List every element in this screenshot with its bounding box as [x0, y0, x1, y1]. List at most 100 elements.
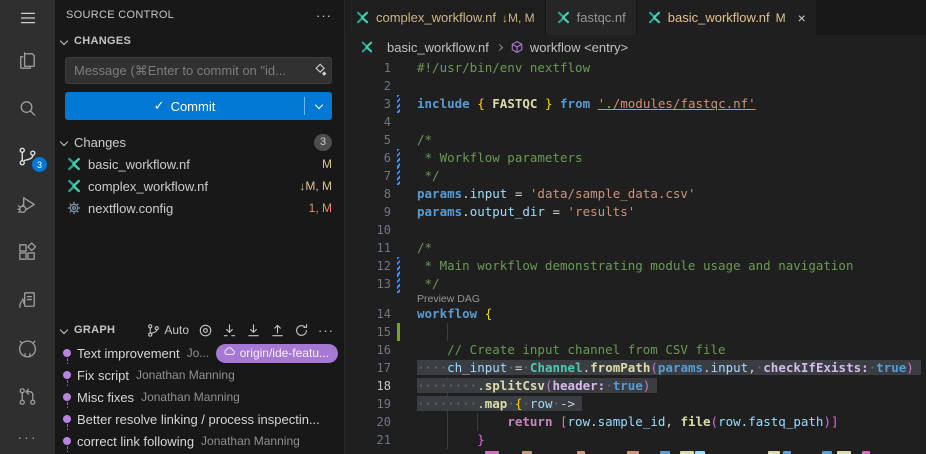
breadcrumb[interactable]: basic_workflow.nf workflow <entry>: [345, 35, 926, 59]
code-line-content[interactable]: [413, 77, 926, 95]
changes-section-header[interactable]: CHANGES: [55, 30, 344, 52]
code-line-content[interactable]: /*: [413, 131, 926, 149]
commit-message-input[interactable]: [66, 63, 309, 78]
code-line-content[interactable]: * Main workflow demonstrating module usa…: [413, 257, 926, 275]
gutter[interactable]: [397, 359, 413, 377]
git-fetch-button[interactable]: [222, 323, 237, 338]
code-line-content[interactable]: }: [413, 431, 926, 449]
code-line-content[interactable]: workflow {: [413, 305, 926, 323]
gutter[interactable]: [397, 221, 413, 239]
gutter[interactable]: [397, 131, 413, 149]
code-line-content[interactable]: params.input = 'data/sample_data.csv': [413, 185, 926, 203]
gutter[interactable]: [397, 149, 413, 167]
git-pull-button[interactable]: [246, 323, 261, 338]
gutter[interactable]: [397, 203, 413, 221]
gutter[interactable]: [397, 239, 413, 257]
tab-fastqc.nf[interactable]: fastqc.nf: [546, 0, 637, 35]
code-line-content[interactable]: ········.map·{·row·->: [413, 395, 926, 413]
codelens-label[interactable]: Preview DAG: [345, 293, 480, 305]
activity-search[interactable]: [0, 84, 55, 132]
commit-button-main[interactable]: ✓ Commit: [65, 92, 304, 120]
activity-source-control[interactable]: 3: [0, 132, 55, 180]
code-line-content[interactable]: #!/usr/bin/env nextflow: [413, 59, 926, 77]
graph-commit-list: Text improvementJo...origin/ide-featu...…: [55, 342, 344, 452]
close-icon[interactable]: ×: [798, 10, 806, 26]
gutter[interactable]: [397, 257, 413, 275]
activity-explorer[interactable]: [0, 36, 55, 84]
code-line: 5/*: [345, 131, 926, 149]
gutter[interactable]: [397, 59, 413, 77]
activity-pull-request[interactable]: [0, 372, 55, 420]
commit-author: Jo...: [187, 346, 210, 360]
code-line-content[interactable]: return [row.sample_id, file(row.fastq_pa…: [413, 413, 926, 431]
code-line: 7 */: [345, 167, 926, 185]
tab-basic_workflow.nf[interactable]: basic_workflow.nfM×: [637, 0, 817, 35]
gutter[interactable]: [397, 77, 413, 95]
line-number: 4: [345, 113, 391, 131]
gutter[interactable]: [397, 305, 413, 323]
changes-tree-header[interactable]: Changes 3: [55, 131, 344, 153]
commit-row[interactable]: correct link followingJonathan Manning: [55, 430, 344, 452]
gutter[interactable]: [397, 95, 413, 113]
code-line-content[interactable]: [413, 449, 926, 454]
codelens-preview-dag[interactable]: Preview DAG: [345, 293, 926, 305]
code-line-content[interactable]: ····ch_input·=·Channel.fromPath(params.i…: [413, 359, 926, 377]
commit-options-dropdown[interactable]: [305, 92, 332, 120]
graph-auto-toggle[interactable]: Auto: [146, 323, 189, 338]
gutter[interactable]: [397, 185, 413, 203]
code-line-content[interactable]: /*: [413, 239, 926, 257]
line-number: 3: [345, 95, 391, 113]
code-line-content[interactable]: // Create input channel from CSV file: [413, 341, 926, 359]
branch-ref-pill[interactable]: origin/ide-featu...: [216, 344, 338, 363]
gutter[interactable]: [397, 341, 413, 359]
gutter[interactable]: [397, 431, 413, 449]
refresh-button[interactable]: [294, 323, 309, 338]
git-push-button[interactable]: [270, 323, 285, 338]
code-line-content[interactable]: include { FASTQC } from './modules/fastq…: [413, 95, 926, 113]
pull-request-icon: [16, 385, 39, 408]
breadcrumb-file[interactable]: basic_workflow.nf: [387, 40, 489, 55]
activity-menu[interactable]: [0, 0, 55, 36]
code-line-content[interactable]: [413, 221, 926, 239]
commit-row[interactable]: Better resolve linking / process inspect…: [55, 408, 344, 430]
sparkle-icon[interactable]: [309, 63, 331, 78]
code-line-content[interactable]: [413, 323, 926, 341]
code-line-content[interactable]: */: [413, 275, 926, 293]
commit-row[interactable]: Text improvementJo...origin/ide-featu...: [55, 342, 344, 364]
activity-run-debug[interactable]: [0, 180, 55, 228]
nextflow-icon: [66, 156, 82, 172]
code-line-content[interactable]: * Workflow parameters: [413, 149, 926, 167]
tab-complex_workflow.nf[interactable]: complex_workflow.nf↓M, M: [345, 0, 546, 35]
code-line-content[interactable]: ········.splitCsv(header:·true): [413, 377, 926, 395]
gutter[interactable]: [397, 377, 413, 395]
gutter[interactable]: [397, 275, 413, 293]
graph-more-actions[interactable]: ···: [318, 323, 334, 338]
graph-section-header[interactable]: GRAPH Auto···: [55, 318, 344, 342]
file-row-complex_workflow.nf[interactable]: complex_workflow.nf↓M, M: [55, 175, 344, 197]
commit-row[interactable]: Fix scriptJonathan Manning: [55, 364, 344, 386]
file-row-basic_workflow.nf[interactable]: basic_workflow.nfM: [55, 153, 344, 175]
breadcrumb-symbol[interactable]: workflow <entry>: [530, 40, 628, 55]
file-status-decoration: M: [322, 157, 332, 171]
activity-references[interactable]: [0, 276, 55, 324]
code-editor[interactable]: 1#!/usr/bin/env nextflow23include { FAST…: [345, 59, 926, 454]
gutter[interactable]: [397, 323, 413, 341]
activity-github[interactable]: [0, 324, 55, 372]
gutter-modified-marker: [397, 257, 400, 275]
code-line-content[interactable]: params.output_dir = 'results': [413, 203, 926, 221]
code-line-content[interactable]: [413, 113, 926, 131]
commit-row[interactable]: Misc fixesJonathan Manning: [55, 386, 344, 408]
gutter[interactable]: [397, 449, 413, 454]
chevron-down-icon: [60, 326, 68, 334]
gutter[interactable]: [397, 413, 413, 431]
sidebar-more-actions[interactable]: ···: [316, 8, 332, 23]
gutter[interactable]: [397, 395, 413, 413]
code-line-content[interactable]: */: [413, 167, 926, 185]
activity-more-icon[interactable]: ···: [0, 420, 55, 454]
commit-button[interactable]: ✓ Commit: [65, 92, 332, 120]
gutter[interactable]: [397, 167, 413, 185]
gutter[interactable]: [397, 113, 413, 131]
activity-extensions[interactable]: [0, 228, 55, 276]
graph-target-button[interactable]: [198, 323, 213, 338]
file-row-nextflow.config[interactable]: nextflow.config1, M: [55, 197, 344, 219]
